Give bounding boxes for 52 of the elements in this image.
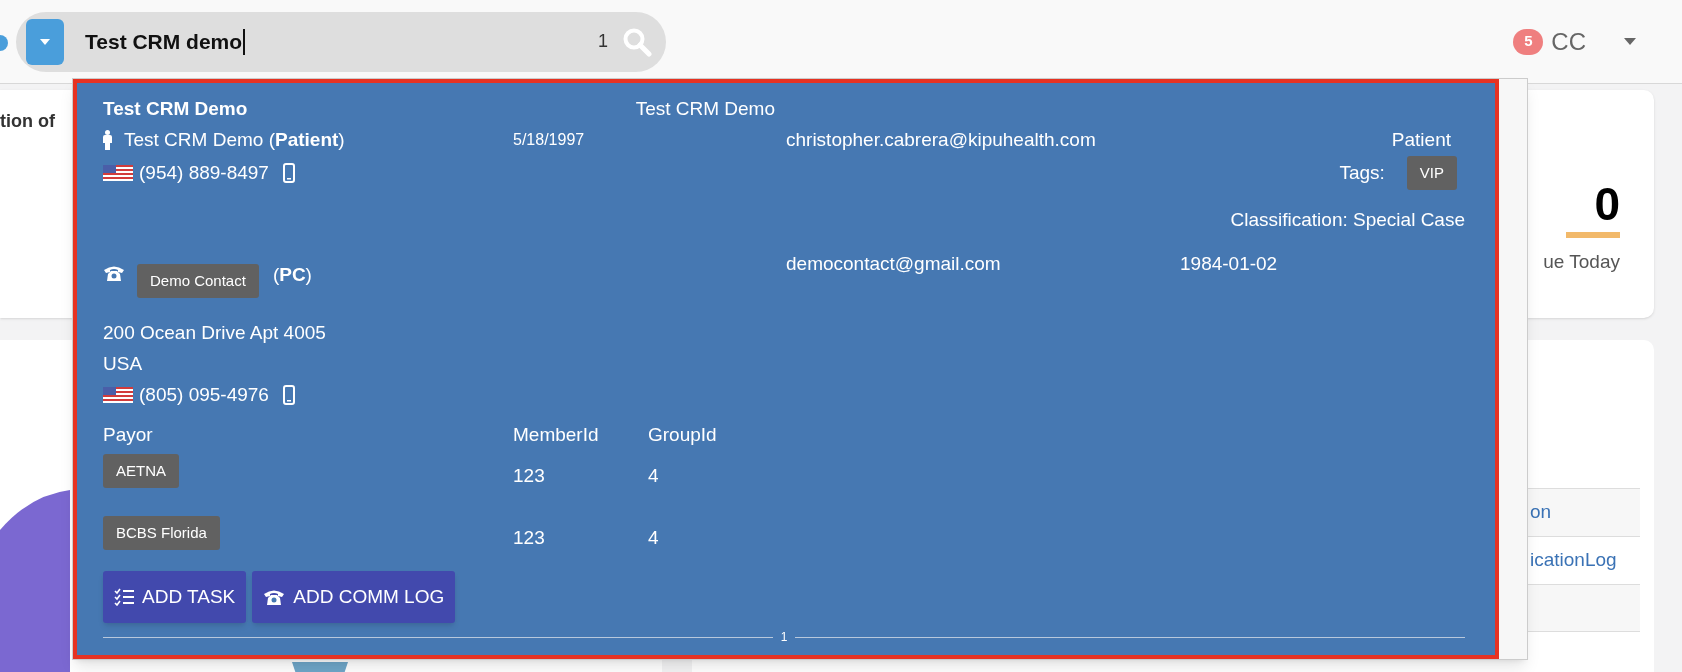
action-button[interactable]: ADD COMM LOG [252,571,456,623]
result-count: 1 [598,30,608,53]
member-id: 123 [513,526,546,550]
display-name: Test CRM Demo [634,97,775,121]
table-link[interactable]: on [1530,498,1552,527]
checklist-icon [114,588,134,606]
record-type: Patient [1391,127,1452,152]
user-initials[interactable]: CC [1551,23,1586,60]
mobile-phone-icon [282,163,295,183]
telephone-icon [263,588,286,606]
dropdown-button[interactable] [26,18,64,65]
due-label: ue Today [1543,250,1620,274]
column-header: MemberId [513,424,600,446]
telephone-icon [103,264,125,282]
due-count: 0 [1594,180,1620,228]
column-header: Payor [103,424,154,446]
page-number: 1 [780,631,788,643]
notification-badge: 5 [1513,28,1544,55]
payor-chip: AETNA [103,454,179,489]
caret-icon[interactable] [1624,38,1636,45]
date-of-birth: 5/18/1997 [513,130,586,150]
search-field[interactable]: Test CRM demo 1 [16,11,666,72]
contact-date: 1984-01-02 [1180,253,1279,276]
result-title: Test CRM Demo [103,97,249,121]
person-icon [103,130,112,150]
search-query: Test CRM demo [85,28,246,55]
phone-number: (805) 095-4976 [139,383,269,407]
email: christopher.cabrera@kipuhealth.com [786,127,1097,152]
flag-icon [103,386,133,403]
tag-chip: VIP [1406,156,1457,190]
contact-chip: Demo Contact [137,264,259,298]
member-id: 123 [513,464,546,488]
phone-number: (954) 889-8497 [139,160,269,185]
mobile-phone-icon [282,384,295,405]
group-id: 4 [648,526,660,550]
address-line: 200 Ocean Drive Apt 4005 [103,321,326,345]
search-icon[interactable] [622,26,652,57]
table-link[interactable]: icationLog [1530,546,1617,575]
address-line: USA [103,352,143,376]
action-button[interactable]: ADD TASK [103,571,247,623]
group-id: 4 [648,464,660,488]
chart-slice-drawing [292,662,348,672]
contact-relation: (PC) [272,264,312,286]
flag-icon [103,165,133,181]
patient-name: Test CRM Demo (Patient) [124,127,345,152]
payor-chip: BCBS Florida [103,516,220,551]
column-header: GroupId [648,424,718,446]
caret-icon [40,38,50,45]
card-title: tion of [0,110,55,133]
classification: Classification: Special Case [1230,207,1465,232]
tags-label: Tags: [1339,160,1385,185]
contact-email: democontact@gmail.com [786,253,1002,276]
